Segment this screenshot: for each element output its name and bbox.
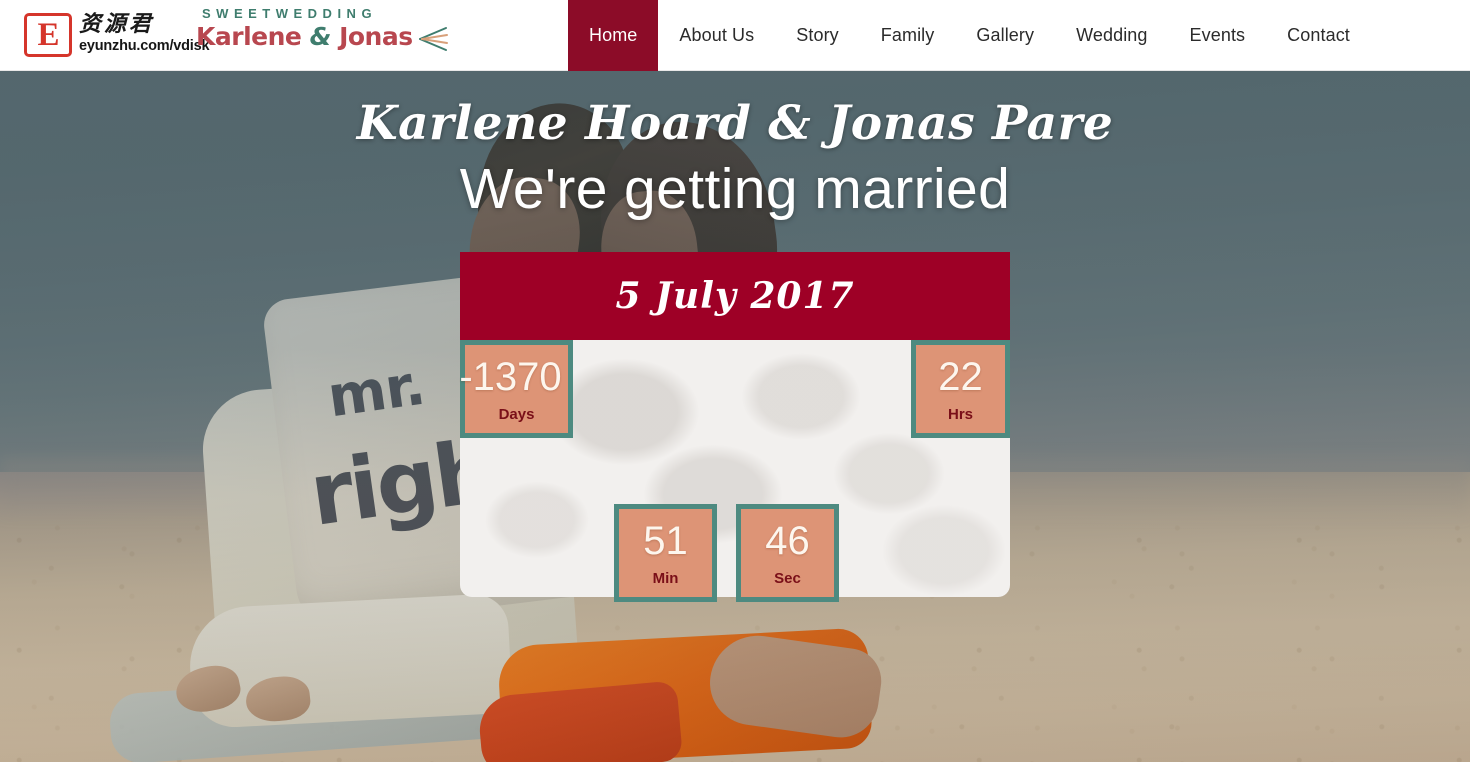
nav-item-family[interactable]: Family xyxy=(860,0,956,71)
countdown-unit-hrs: 22 Hrs xyxy=(911,340,1010,439)
burst-flourish-icon xyxy=(419,27,448,51)
watermark-chinese-text: 资源君 xyxy=(79,12,155,37)
wedding-date-text: 5 July 2017 xyxy=(615,275,855,318)
countdown-hrs-value: 22 xyxy=(938,354,983,399)
countdown-sec-label: Sec xyxy=(774,569,801,587)
nav-item-wedding[interactable]: Wedding xyxy=(1055,0,1168,71)
countdown-body: -1370 Days 22 Hrs 51 Min 46 Sec xyxy=(459,340,1010,603)
site-logo-name-right: Jonas xyxy=(330,22,413,51)
countdown-unit-days-inner: -1370 Days xyxy=(459,345,568,434)
countdown-sec-value: 46 xyxy=(765,518,810,563)
countdown-min-label: Min xyxy=(652,569,679,587)
hero-couple-names: Karlene Hoard & Jonas Pare xyxy=(356,96,1114,151)
top-navigation-bar: E 资源君 eyunzhu.com/vdisk SWEETWEDDING Kar… xyxy=(0,0,1470,71)
countdown-hrs-label: Hrs xyxy=(947,405,973,423)
nav-item-home[interactable]: Home xyxy=(568,0,659,71)
countdown-unit-days: -1370 Days xyxy=(459,340,573,439)
countdown-days-value: -1370 xyxy=(459,354,562,399)
nav-item-contact[interactable]: Contact xyxy=(1266,0,1371,71)
site-logo-names: Karlene & Jonas xyxy=(196,22,446,51)
watermark-badge-icon: E xyxy=(24,13,72,57)
countdown-unit-sec: 46 Sec xyxy=(736,504,839,603)
countdown-days-label: Days xyxy=(498,405,535,423)
countdown-panel: 5 July 2017 -1370 Days 22 Hrs 51 Min 46 … xyxy=(459,252,1010,603)
countdown-min-value: 51 xyxy=(643,518,688,563)
watermark-url: eyunzhu.com/vdisk xyxy=(79,38,210,54)
eyunzhu-watermark-logo: E 资源君 eyunzhu.com/vdisk xyxy=(24,12,210,57)
site-logo-tagline: SWEETWEDDING xyxy=(202,6,378,21)
wedding-date-banner: 5 July 2017 xyxy=(460,252,1010,341)
site-logo-ampersand: & xyxy=(309,22,332,51)
page-footer-strip xyxy=(0,762,1470,780)
nav-item-gallery[interactable]: Gallery xyxy=(955,0,1055,71)
countdown-unit-min: 51 Min xyxy=(614,504,717,603)
hero-tagline: We're getting married xyxy=(459,157,1011,222)
watermark-text: 资源君 eyunzhu.com/vdisk xyxy=(79,12,210,54)
site-logo[interactable]: SWEETWEDDING Karlene & Jonas xyxy=(196,6,448,51)
brand-zone: E 资源君 eyunzhu.com/vdisk SWEETWEDDING Kar… xyxy=(0,0,568,71)
nav-item-about-us[interactable]: About Us xyxy=(658,0,775,71)
site-logo-name-left: Karlene xyxy=(196,22,310,51)
hero-section: mr. right Karlene Hoard & Jonas Pare We'… xyxy=(0,71,1470,762)
nav-item-story[interactable]: Story xyxy=(775,0,860,71)
watermark-badge-letter: E xyxy=(37,16,59,53)
countdown-unit-hrs-inner: 22 Hrs xyxy=(916,345,1005,434)
countdown-unit-min-inner: 51 Min xyxy=(619,509,712,598)
countdown-unit-sec-inner: 46 Sec xyxy=(741,509,834,598)
hero-content: Karlene Hoard & Jonas Pare We're getting… xyxy=(0,71,1470,762)
nav-item-events[interactable]: Events xyxy=(1169,0,1267,71)
nav-menu: Home About Us Story Family Gallery Weddi… xyxy=(568,0,1371,71)
